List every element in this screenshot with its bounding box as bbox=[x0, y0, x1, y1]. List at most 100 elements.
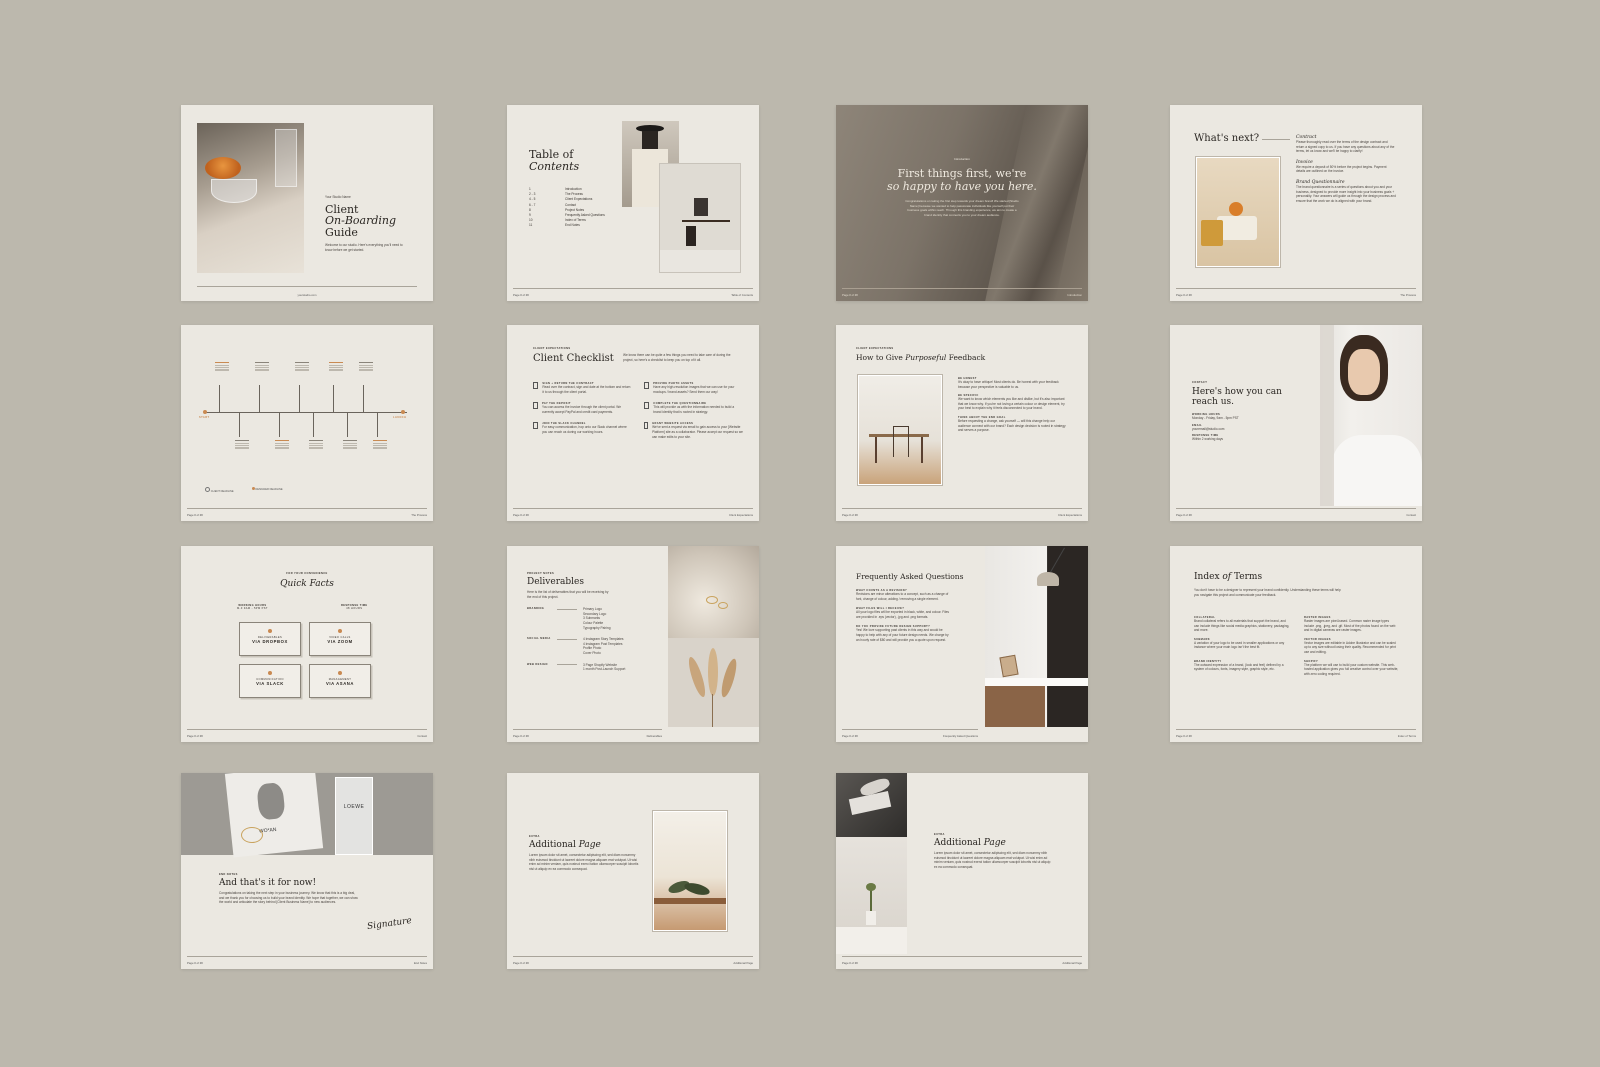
facts-title: Quick Facts bbox=[280, 579, 334, 589]
contact-hours: Monday - Friday, 9am - 5pm PST bbox=[1192, 416, 1239, 420]
deliverable-divider bbox=[557, 664, 577, 672]
checklist-item-body: Read over the contract, sign and date at… bbox=[542, 385, 631, 394]
fact-card-big: VIA ASANA bbox=[325, 681, 355, 686]
cover-intro: Welcome to our studio. Here's everything… bbox=[325, 243, 403, 252]
intro-footer-right: Introduction bbox=[1067, 293, 1082, 297]
checklist-item-text: PROVIDE PHOTO ASSETS Have any high-resolu… bbox=[653, 382, 743, 394]
placeholder-line bbox=[359, 369, 373, 371]
placeholder-line bbox=[235, 444, 249, 447]
toc-list: 1 Introduction 2 - 3 The Process 4 - 5 Client… bbox=[529, 187, 619, 229]
placeholder-line bbox=[309, 444, 323, 447]
placeholder-line bbox=[235, 440, 249, 442]
checkbox[interactable] bbox=[533, 402, 538, 410]
next-photo-orange-plates bbox=[1195, 156, 1281, 268]
timeline-tick bbox=[333, 385, 334, 412]
endnotes-body: Congratulations on taking the next step … bbox=[219, 891, 358, 905]
index-term-definition: Vector images are editable in Adobe Illu… bbox=[1304, 640, 1396, 654]
faq-page: Frequently Asked Questions WHAT COUNTS A… bbox=[836, 546, 1088, 742]
checklist-item-text: JOIN THE SLACK CHANNEL For easy communica… bbox=[542, 422, 632, 439]
fact-card: COMMUNICATION VIA SLACK bbox=[239, 664, 301, 698]
index-term: SUBMARK A variation of your logo to be us… bbox=[1194, 638, 1290, 655]
addl2-footer-right: Additional Page bbox=[1062, 961, 1082, 965]
process-footer-left: Page # of ## bbox=[187, 513, 203, 517]
checkbox[interactable] bbox=[533, 422, 539, 430]
intro-title-line2: so happy to have you here. bbox=[887, 180, 1037, 193]
process-page: START LAUNCH CLIENT DEADLINE DESIGNER DE… bbox=[181, 325, 433, 521]
placeholder-line bbox=[309, 447, 323, 449]
contact-photo-woman bbox=[1320, 325, 1422, 506]
placeholder-line bbox=[275, 442, 289, 444]
timeline-tick bbox=[377, 413, 378, 437]
deliverables-photo-pampas-grass bbox=[668, 638, 759, 727]
timeline-tick-label-lines bbox=[235, 439, 249, 450]
checklist-item: PROVIDE PHOTO ASSETS Have any high-resolu… bbox=[644, 382, 743, 394]
feedback-title: How to Give Purposeful Feedback bbox=[856, 353, 986, 362]
cover-footer: yourstudio.com bbox=[297, 293, 317, 297]
facts-eyebrow: FOR YOUR CONVENIENCE bbox=[286, 572, 328, 575]
endnotes-footer-right: End Notes bbox=[413, 961, 427, 965]
addl2-title: Additional Page bbox=[934, 838, 1006, 848]
timeline-tick bbox=[219, 385, 220, 412]
placeholder-line bbox=[215, 364, 229, 366]
timeline-tick-label-lines bbox=[359, 361, 373, 372]
placeholder-line bbox=[235, 442, 249, 444]
checklist-item-body: Have any high-resolution images that we … bbox=[653, 385, 735, 394]
cover-title-line2: On-Boarding bbox=[325, 214, 397, 228]
deliverables-title: Deliverables bbox=[527, 577, 584, 587]
checklist-item-body: For easy communication, hop onto our Sla… bbox=[542, 425, 627, 434]
faq-a1: Revisions are minor alterations to a con… bbox=[856, 592, 949, 601]
facts-cards: DELIVERABLES VIA DROPBOX VIDEO CALLS VIA ZO… bbox=[239, 622, 375, 698]
timeline-start-dot bbox=[203, 410, 207, 414]
deliverable-label: WEB DESIGN bbox=[527, 662, 548, 666]
toc-footer-left: Page # of ## bbox=[513, 293, 529, 297]
cover-title-line3: Guide bbox=[325, 225, 358, 239]
checklist-item: COMPLETE THE QUESTIONNAIRE This will prov… bbox=[644, 402, 743, 414]
placeholder-line bbox=[373, 440, 387, 442]
faq-photo-interior-lamp bbox=[985, 546, 1088, 727]
checkbox[interactable] bbox=[644, 382, 650, 389]
placeholder-line bbox=[359, 362, 373, 364]
intro-footer-left: Page # of ## bbox=[842, 293, 858, 297]
legend-designer: DESIGNER DEADLINE bbox=[251, 487, 283, 493]
placeholder-line bbox=[275, 447, 289, 449]
facts-response-value: 48 HOURS bbox=[346, 607, 363, 610]
toc-item[interactable]: 11 End Notes bbox=[529, 223, 619, 228]
toc-item-number: 11 bbox=[529, 223, 533, 228]
checkbox[interactable] bbox=[644, 422, 649, 430]
fact-card-dot bbox=[268, 671, 272, 675]
checkbox[interactable] bbox=[533, 382, 539, 389]
deliverable-items: 3 Page Shopify Website 1 month Post-Laun… bbox=[583, 662, 626, 672]
toc-item-label: End Notes bbox=[565, 223, 580, 228]
checklist-item-body: This will provide us with the informatio… bbox=[653, 405, 735, 414]
contact-page: CONTACT Here's how you can reach us. WOR… bbox=[1170, 325, 1422, 521]
addl1-photo-leaves bbox=[652, 810, 728, 932]
placeholder-line bbox=[235, 447, 249, 449]
endnotes-footer-left: Page # of ## bbox=[187, 961, 203, 965]
checkbox[interactable] bbox=[644, 402, 650, 410]
placeholder-line bbox=[215, 362, 229, 364]
fact-card-dot bbox=[338, 629, 342, 633]
addl2-body: Lorem ipsum dolor sit amet, consectetur … bbox=[934, 851, 1051, 869]
additional-page-2: EXTRA Additional Page Lorem ipsum dolor … bbox=[836, 773, 1088, 969]
legend-client: CLIENT DEADLINE bbox=[205, 487, 234, 493]
contact-title-line2: reach us. bbox=[1192, 397, 1234, 407]
deliverable-label: BRANDING bbox=[527, 607, 545, 611]
index-intro: You don't have to be a designer to repre… bbox=[1194, 588, 1341, 597]
contact-footer-right: Contact bbox=[1406, 513, 1416, 517]
placeholder-line bbox=[215, 369, 229, 371]
addl1-footer-left: Page # of ## bbox=[513, 961, 529, 965]
placeholder-line bbox=[295, 364, 309, 366]
process-footer-right: The Process bbox=[411, 513, 427, 517]
placeholder-line bbox=[343, 442, 357, 444]
index-footer-right: Index of Terms bbox=[1397, 734, 1416, 738]
deliverables-eyebrow: PROJECT NOTES bbox=[527, 572, 555, 575]
addl2-footer-left: Page # of ## bbox=[842, 961, 858, 965]
endnotes-bottle-brand: LOEWE bbox=[343, 804, 365, 810]
placeholder-line bbox=[329, 362, 343, 364]
addl2-eyebrow: EXTRA bbox=[934, 833, 945, 836]
deliverable-label: SOCIAL MEDIA bbox=[527, 637, 551, 641]
timeline-tick-label-lines bbox=[309, 439, 323, 450]
contact-email[interactable]: youremail@studio.com bbox=[1192, 427, 1312, 432]
timeline-tick bbox=[363, 385, 364, 412]
timeline-tick bbox=[347, 413, 348, 437]
